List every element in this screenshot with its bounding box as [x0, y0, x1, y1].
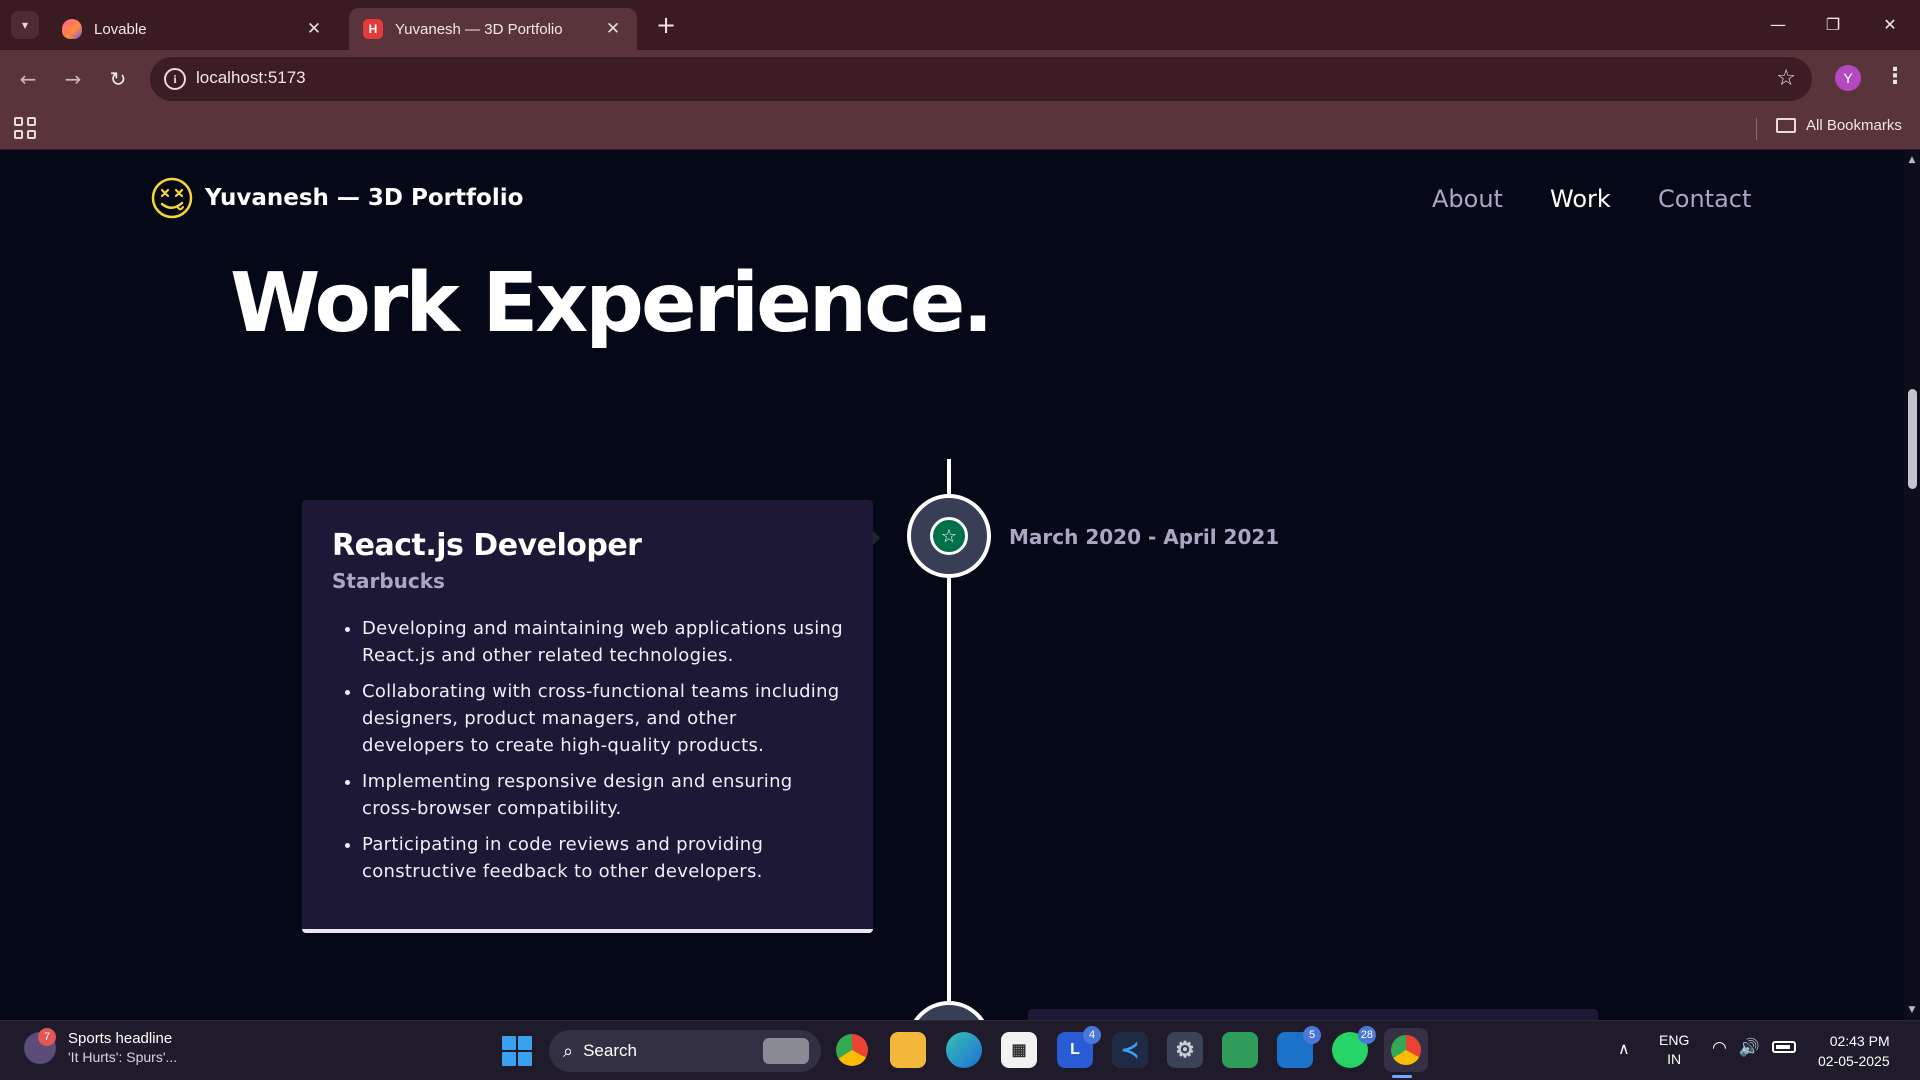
- news-weather-icon: 7: [24, 1028, 56, 1064]
- all-bookmarks-label: All Bookmarks: [1806, 117, 1902, 134]
- windows-start-icon[interactable]: [502, 1036, 532, 1066]
- vscode-icon[interactable]: ≺: [1112, 1032, 1148, 1068]
- clock-time: 02:43 PM: [1829, 1033, 1890, 1049]
- lang-code: ENG: [1659, 1032, 1690, 1048]
- tab-portfolio[interactable]: H Yuvanesh — 3D Portfolio ✕: [349, 8, 637, 50]
- nav-link-work[interactable]: Work: [1550, 185, 1611, 213]
- back-arrow-icon[interactable]: ←: [13, 64, 43, 94]
- close-icon[interactable]: ✕: [304, 19, 324, 39]
- close-window-icon[interactable]: ✕: [1872, 10, 1908, 38]
- chrome-profile-icon[interactable]: [1384, 1028, 1428, 1072]
- smiley-face-icon[interactable]: [151, 177, 193, 219]
- minimize-icon[interactable]: —: [1760, 10, 1796, 38]
- news-widget[interactable]: 7 Sports headline 'It Hurts': Spurs'...: [24, 1028, 178, 1067]
- scrollbar-thumb[interactable]: [1908, 389, 1917, 489]
- news-title: Sports headline: [68, 1030, 173, 1047]
- tab-title: Yuvanesh — 3D Portfolio: [395, 20, 563, 38]
- search-label: Search: [583, 1041, 637, 1060]
- company-name: Starbucks: [332, 569, 445, 593]
- page-viewport: Yuvanesh — 3D Portfolio About Work Conta…: [0, 151, 1904, 1020]
- battery-icon[interactable]: [1772, 1041, 1797, 1053]
- file-explorer-icon[interactable]: [890, 1032, 926, 1068]
- language-indicator[interactable]: ENG IN: [1659, 1031, 1689, 1069]
- browser-toolbar: ← → ↻ i localhost:5173 ☆ Y ⋮: [0, 50, 1920, 108]
- experience-card-next: [1028, 1009, 1598, 1020]
- edge-icon[interactable]: [946, 1032, 982, 1068]
- outlook-icon[interactable]: 5: [1277, 1026, 1321, 1068]
- url-text[interactable]: localhost:5173: [196, 68, 306, 88]
- settings-gear-icon[interactable]: ⚙: [1167, 1032, 1203, 1068]
- new-tab-plus-icon[interactable]: +: [652, 11, 680, 39]
- address-bar[interactable]: i localhost:5173 ☆: [150, 57, 1812, 101]
- chrome-icon[interactable]: [836, 1034, 868, 1066]
- scroll-down-icon[interactable]: ▼: [1907, 1005, 1917, 1015]
- nav-link-about[interactable]: About: [1432, 185, 1503, 213]
- tab-search-chevron-icon[interactable]: ▾: [11, 11, 39, 39]
- clock-date: 02-05-2025: [1818, 1053, 1890, 1069]
- tray-chevron-up-icon[interactable]: ∧: [1618, 1039, 1630, 1058]
- forward-arrow-icon[interactable]: →: [58, 64, 88, 94]
- browser-menu-icon[interactable]: ⋮: [1884, 64, 1906, 89]
- system-tray[interactable]: ◠ 🔊: [1712, 1038, 1797, 1058]
- tab-lovable[interactable]: Lovable ✕: [48, 8, 338, 50]
- list-item: Implementing responsive design and ensur…: [362, 768, 843, 822]
- profile-avatar[interactable]: Y: [1835, 65, 1861, 91]
- timeline-icon-circle: ☆: [907, 494, 991, 578]
- site-info-icon[interactable]: i: [164, 68, 186, 90]
- taskbar-search[interactable]: ⌕ Search: [549, 1030, 821, 1072]
- responsibilities-list: Developing and maintaining web applicati…: [332, 615, 843, 885]
- card-pointer-arrow: [873, 531, 880, 545]
- lang-region: IN: [1667, 1051, 1682, 1067]
- list-item: Collaborating with cross-functional team…: [362, 678, 843, 759]
- bookmarks-bar: All Bookmarks: [0, 108, 1920, 150]
- browser-tab-bar: ▾ Lovable ✕ H Yuvanesh — 3D Portfolio ✕ …: [0, 0, 1920, 50]
- bookmark-star-icon[interactable]: ☆: [1776, 66, 1796, 91]
- site-title[interactable]: Yuvanesh — 3D Portfolio: [205, 185, 523, 211]
- clock[interactable]: 02:43 PM 02-05-2025: [1818, 1031, 1890, 1071]
- site-navbar: Yuvanesh — 3D Portfolio About Work Conta…: [0, 151, 1904, 241]
- app-badge: 5: [1303, 1026, 1321, 1044]
- tab-title: Lovable: [94, 20, 147, 38]
- wifi-icon[interactable]: ◠: [1712, 1038, 1727, 1058]
- h-square-icon: H: [363, 19, 383, 39]
- experience-date: March 2020 - April 2021: [1009, 525, 1280, 549]
- lovable-heart-icon: [62, 19, 82, 39]
- folder-icon: [1776, 118, 1796, 133]
- windows-taskbar: 7 Sports headline 'It Hurts': Spurs'... …: [0, 1020, 1920, 1080]
- whatsapp-icon[interactable]: 28: [1332, 1026, 1376, 1068]
- active-app-indicator: [1392, 1075, 1412, 1078]
- microsoft-store-icon[interactable]: ▦: [1001, 1032, 1037, 1068]
- all-bookmarks-button[interactable]: All Bookmarks: [1776, 117, 1902, 134]
- app-badge: 28: [1357, 1026, 1376, 1044]
- job-title: React.js Developer: [332, 528, 642, 563]
- list-item: Developing and maintaining web applicati…: [362, 615, 843, 669]
- search-highlight-image: [763, 1038, 809, 1064]
- timeline-icon-circle-next: [907, 1001, 991, 1020]
- experience-card: React.js Developer Starbucks Developing …: [302, 500, 873, 933]
- restore-icon[interactable]: ❐: [1815, 10, 1851, 38]
- list-item: Participating in code reviews and provid…: [362, 831, 843, 885]
- search-icon: ⌕: [563, 1040, 574, 1061]
- scroll-up-icon[interactable]: ▲: [1907, 155, 1917, 165]
- apps-grid-icon[interactable]: [14, 117, 36, 139]
- section-heading: Work Experience.: [230, 256, 994, 351]
- page-scrollbar[interactable]: ▲ ▼: [1904, 151, 1920, 1020]
- news-subtitle: 'It Hurts': Spurs'...: [68, 1049, 178, 1065]
- news-badge: 7: [38, 1028, 56, 1046]
- close-icon[interactable]: ✕: [603, 19, 623, 39]
- lovable-app-icon[interactable]: L 4: [1057, 1026, 1101, 1068]
- starbucks-logo-icon: ☆: [930, 517, 968, 555]
- bookmarks-divider: [1756, 118, 1757, 140]
- app-badge: 4: [1083, 1026, 1101, 1044]
- xbox-game-icon[interactable]: [1222, 1032, 1258, 1068]
- volume-icon[interactable]: 🔊: [1739, 1038, 1760, 1058]
- nav-link-contact[interactable]: Contact: [1658, 185, 1751, 213]
- reload-icon[interactable]: ↻: [103, 64, 133, 94]
